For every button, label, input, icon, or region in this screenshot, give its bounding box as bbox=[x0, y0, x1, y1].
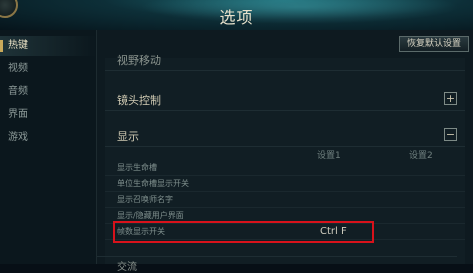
row-label: 单位生命槽显示开关 bbox=[117, 179, 189, 188]
expand-icon[interactable]: + bbox=[444, 92, 457, 105]
table-row[interactable]: 单位生命槽显示开关 bbox=[105, 176, 465, 192]
section-label: 镜头控制 bbox=[117, 94, 161, 107]
section-view-movement[interactable]: 视野移动 bbox=[105, 52, 465, 71]
table-row[interactable]: 显示召唤师名字 bbox=[105, 192, 465, 208]
sidebar-item-video[interactable]: 视频 bbox=[0, 59, 96, 79]
table-row[interactable]: 显示生命槽 bbox=[105, 160, 465, 176]
section-communication[interactable]: 交流 bbox=[97, 256, 457, 273]
row-label: 显示召唤师名字 bbox=[117, 195, 173, 204]
sidebar-item-hotkeys[interactable]: 热键 bbox=[0, 36, 96, 56]
sidebar-item-game[interactable]: 游戏 bbox=[0, 128, 96, 148]
section-camera-control[interactable]: 镜头控制 + bbox=[105, 88, 465, 111]
sidebar: 热键 视频 音频 界面 游戏 bbox=[0, 30, 97, 264]
restore-defaults-button[interactable]: 恢复默认设置 bbox=[399, 36, 469, 52]
highlight-box bbox=[113, 221, 374, 243]
section-label: 交流 bbox=[117, 262, 137, 273]
section-label: 显示 bbox=[117, 130, 139, 143]
window-title: 选项 bbox=[219, 8, 254, 27]
sidebar-item-interface[interactable]: 界面 bbox=[0, 105, 96, 125]
section-display[interactable]: 显示 − bbox=[105, 124, 465, 147]
title-bar: 选项 bbox=[0, 0, 473, 31]
collapse-icon[interactable]: − bbox=[444, 128, 457, 141]
section-label: 视野移动 bbox=[117, 54, 161, 67]
row-label: 显示生命槽 bbox=[117, 163, 157, 172]
sidebar-item-audio[interactable]: 音频 bbox=[0, 82, 96, 102]
